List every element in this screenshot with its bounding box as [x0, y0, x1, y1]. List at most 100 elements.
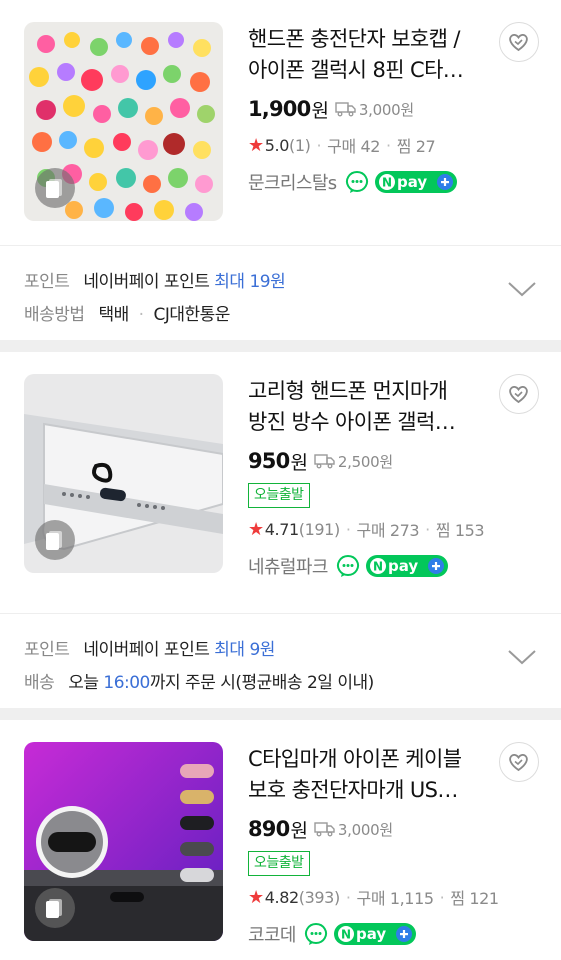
- svg-text:N: N: [382, 176, 392, 190]
- star-icon: ★: [248, 886, 264, 908]
- product-stats: ★ 5.0 (1) · 구매 42 · 찜 27: [248, 132, 488, 158]
- rating-value: 4.82: [264, 887, 299, 907]
- point-row: 포인트 네이버페이 포인트 최대 9원: [24, 635, 275, 660]
- product-stats: ★ 4.71 (191) · 구매 273 · 찜 153: [248, 516, 488, 542]
- talktalk-chat-icon[interactable]: [345, 170, 369, 194]
- product-thumbnail[interactable]: [24, 22, 223, 221]
- svg-text:N: N: [341, 928, 351, 942]
- talktalk-chat-icon[interactable]: [336, 554, 360, 578]
- separator-dot: ·: [138, 305, 144, 325]
- shipping-cutoff-text: 까지 주문 시(평균배송 2일 이내): [149, 673, 374, 693]
- product-card-2[interactable]: 고리형 핸드폰 먼지마개 방진 방수 아이폰 갤럭… 950 원 2,500원 …: [0, 352, 561, 597]
- shipping-label: 배송방법: [24, 305, 85, 325]
- price-unit: 원: [290, 819, 308, 842]
- product-title-line1[interactable]: 고리형 핸드폰 먼지마개: [248, 376, 488, 407]
- zzim-heart-button[interactable]: [499, 22, 539, 62]
- truck-icon: [314, 822, 335, 837]
- shipping-fee: 3,000원: [358, 100, 414, 119]
- today-dispatch-badge: 오늘출발: [248, 483, 310, 508]
- zzim-heart-button[interactable]: [499, 742, 539, 782]
- review-count[interactable]: (1): [289, 136, 311, 155]
- section-divider: [0, 708, 561, 720]
- svg-text:pay: pay: [397, 173, 427, 191]
- price-value: 890: [248, 817, 290, 841]
- zzim-count: 찜 27: [396, 137, 436, 156]
- point-label: 포인트: [24, 272, 70, 292]
- star-icon: ★: [248, 518, 264, 540]
- svg-text:pay: pay: [356, 925, 386, 943]
- svg-text:pay: pay: [388, 557, 418, 575]
- heart-icon: [509, 754, 528, 772]
- separator-dot: ·: [345, 887, 351, 907]
- multi-image-icon: [35, 520, 75, 560]
- separator-dot: ·: [345, 519, 351, 539]
- price-row: 950 원 2,500원: [248, 446, 488, 476]
- shipping-cutoff-time: 16:00: [103, 673, 150, 693]
- product-title-line1[interactable]: C타입마개 아이폰 케이블: [248, 744, 488, 775]
- npay-plus-icon: N pay: [333, 923, 416, 945]
- zzim-heart-button[interactable]: [499, 374, 539, 414]
- zzim-count: 찜 153: [435, 521, 485, 540]
- price-unit: 원: [290, 451, 308, 474]
- seller-row: 네츄럴파크 N pay: [248, 552, 488, 580]
- zzim-count: 찜 121: [450, 889, 499, 908]
- product-card-3[interactable]: C타입마개 아이폰 케이블 보호 충전단자마개 US… 890 원 3,000원…: [0, 720, 561, 960]
- shipping-today: 오늘: [68, 673, 99, 693]
- rating-value: 5.0: [264, 135, 290, 155]
- talktalk-chat-icon[interactable]: [304, 922, 328, 946]
- separator-dot: ·: [386, 135, 391, 155]
- product-title-line1[interactable]: 핸드폰 충전단자 보호캡 /: [248, 24, 488, 55]
- price-value: 950: [248, 449, 290, 473]
- svg-text:N: N: [373, 560, 383, 574]
- purchase-count: 구매 42: [327, 137, 381, 156]
- shipping-row: 배송 오늘 16:00까지 주문 시(평균배송 2일 이내): [24, 668, 374, 693]
- multi-image-icon: [35, 888, 75, 928]
- seller-name[interactable]: 코코데: [248, 921, 296, 947]
- purchase-count: 구매 1,115: [356, 889, 435, 908]
- seller-name[interactable]: 네츄럴파크: [248, 553, 328, 579]
- separator-dot: ·: [425, 519, 430, 539]
- review-count[interactable]: (393): [299, 888, 340, 907]
- product-title-line2[interactable]: 아이폰 갤럭시 8핀 C타…: [248, 55, 488, 86]
- product-title-line2[interactable]: 방진 방수 아이폰 갤럭…: [248, 407, 488, 438]
- price-row: 890 원 3,000원: [248, 814, 488, 844]
- point-label: 포인트: [24, 640, 70, 660]
- price-value: 1,900: [248, 97, 311, 121]
- seller-row: 코코데 N pay: [248, 920, 488, 948]
- npay-plus-icon: N pay: [374, 171, 457, 193]
- star-icon: ★: [248, 134, 264, 156]
- product-stats: ★ 4.82 (393) · 구매 1,115 · 찜 121: [248, 884, 499, 910]
- shipping-method: 택배: [98, 305, 129, 325]
- point-max: 최대 9원: [214, 640, 275, 660]
- separator-dot: ·: [439, 887, 445, 907]
- truck-icon: [314, 454, 335, 469]
- chevron-down-icon[interactable]: [507, 280, 537, 298]
- review-count[interactable]: (191): [299, 520, 340, 539]
- shipping-label: 배송: [24, 673, 55, 693]
- price-row: 1,900 원 3,000원: [248, 94, 488, 124]
- heart-icon: [509, 34, 528, 52]
- point-row: 포인트 네이버페이 포인트 최대 19원: [24, 267, 286, 292]
- point-text: 네이버페이 포인트: [83, 272, 210, 292]
- multi-image-icon: [35, 168, 75, 208]
- product-thumbnail[interactable]: [24, 374, 223, 573]
- today-dispatch-badge: 오늘출발: [248, 851, 310, 876]
- shipping-fee: 2,500원: [337, 452, 393, 471]
- npay-plus-icon: N pay: [365, 555, 448, 577]
- benefit-info-1[interactable]: 포인트 네이버페이 포인트 최대 19원 배송방법 택배 · CJ대한통운: [0, 245, 561, 340]
- product-thumbnail[interactable]: [24, 742, 223, 941]
- truck-icon: [335, 102, 356, 117]
- point-max: 최대 19원: [214, 272, 286, 292]
- rating-value: 4.71: [264, 519, 299, 539]
- product-title-line2[interactable]: 보호 충전단자마개 US…: [248, 775, 488, 806]
- seller-row: 문크리스탈s N pay: [248, 168, 488, 196]
- badge-wrap: 오늘출발: [248, 844, 488, 876]
- product-card-1[interactable]: 핸드폰 충전단자 보호캡 / 아이폰 갤럭시 8핀 C타… 1,900 원 3,…: [0, 0, 561, 245]
- benefit-info-2[interactable]: 포인트 네이버페이 포인트 최대 9원 배송 오늘 16:00까지 주문 시(평…: [0, 613, 561, 708]
- purchase-count: 구매 273: [356, 521, 420, 540]
- chevron-down-icon[interactable]: [507, 648, 537, 666]
- seller-name[interactable]: 문크리스탈s: [248, 169, 337, 195]
- badge-wrap: 오늘출발: [248, 476, 488, 508]
- shipping-row: 배송방법 택배 · CJ대한통운: [24, 300, 230, 325]
- shipping-carrier: CJ대한통운: [153, 305, 230, 325]
